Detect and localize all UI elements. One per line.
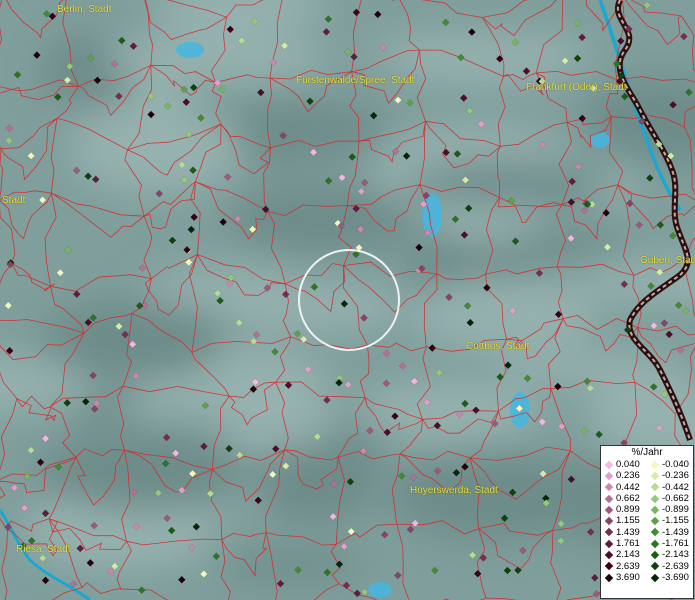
legend-value: 2.143 — [616, 549, 640, 561]
legend-value: -0.442 — [662, 481, 689, 493]
legend-row-negative: -0.442 — [647, 482, 693, 493]
legend-swatch — [650, 528, 660, 537]
legend-value: -0.662 — [662, 492, 689, 504]
terrain-blob — [366, 34, 597, 70]
legend-row-negative: -1.439 — [647, 527, 693, 538]
legend-row-positive: 3.690 — [601, 572, 647, 583]
legend-swatch — [650, 471, 660, 481]
legend-swatch — [604, 505, 614, 515]
legend-value: 0.040 — [616, 459, 640, 470]
terrain-blob — [52, 442, 138, 481]
legend-value: -1.155 — [662, 515, 689, 527]
legend-swatch — [650, 482, 660, 492]
legend-swatch — [650, 460, 660, 469]
city-label-guben: Guben, Stadt — [640, 255, 695, 266]
terrain-blob — [225, 185, 418, 254]
legend-row-negative: -1.761 — [647, 538, 693, 549]
legend-swatch — [650, 539, 660, 548]
lake — [590, 132, 610, 148]
lake — [368, 582, 392, 598]
legend-title: %/Jahr — [631, 447, 663, 458]
legend-row-positive: 0.442 — [601, 482, 647, 493]
legend-row-negative: -0.236 — [647, 470, 693, 481]
legend-value: 0.442 — [616, 481, 640, 493]
legend-value: -3.690 — [662, 571, 689, 583]
legend-row-positive: 0.040 — [601, 459, 647, 470]
legend-value: -0.040 — [662, 459, 689, 470]
legend-swatch — [650, 516, 660, 526]
terrain-blob — [216, 550, 366, 583]
legend-value: -2.639 — [662, 560, 689, 572]
legend-row-positive: 0.899 — [601, 504, 647, 515]
legend-swatch — [650, 550, 660, 560]
city-label-hoyerswerda: Hoyerswerda, Stadt — [410, 485, 498, 496]
legend-swatch — [604, 539, 614, 548]
legend-swatch — [604, 494, 614, 503]
legend-swatch — [604, 562, 614, 571]
legend-swatch — [604, 550, 614, 560]
legend-row-positive: 0.662 — [601, 493, 647, 504]
legend-value: 1.439 — [616, 526, 640, 538]
legend-value: 1.761 — [616, 538, 640, 550]
legend-value: 1.155 — [616, 515, 640, 527]
legend-value: -0.899 — [662, 504, 689, 516]
legend-swatch — [650, 573, 660, 582]
legend-swatch — [604, 482, 614, 492]
legend-row-negative: -2.143 — [647, 549, 693, 560]
legend-value: -1.761 — [662, 538, 689, 550]
legend-swatch — [604, 573, 614, 582]
legend-value: 3.690 — [616, 571, 640, 583]
legend-swatch — [604, 471, 614, 481]
city-label-stadt-west: Stadt — [2, 195, 26, 206]
legend-swatch — [650, 562, 660, 571]
legend-row-positive: 2.143 — [601, 549, 647, 560]
legend-value: 0.899 — [616, 504, 640, 516]
legend-swatch — [604, 516, 614, 526]
city-label-berlin: Berlin, Stadt — [57, 4, 112, 15]
legend-row-negative: -0.899 — [647, 504, 693, 515]
legend-value: -1.439 — [662, 526, 689, 538]
legend-swatch — [650, 494, 660, 503]
legend-row-negative: -0.662 — [647, 493, 693, 504]
legend-swatch — [650, 505, 660, 515]
city-label-cottbus: Cottbus, Stadt — [466, 341, 530, 352]
legend-value: 2.639 — [616, 560, 640, 572]
legend-swatch — [604, 528, 614, 537]
legend-row-negative: -2.639 — [647, 561, 693, 572]
terrain-blob — [217, 393, 339, 447]
legend-row-positive: 2.639 — [601, 561, 647, 572]
city-label-riesa: Riesa, Stadt — [16, 544, 71, 555]
legend-row-positive: 1.155 — [601, 515, 647, 526]
legend-row-negative: -0.040 — [647, 459, 693, 470]
legend-row-negative: -3.690 — [647, 572, 693, 583]
legend-value: -2.143 — [662, 549, 689, 561]
legend-negative-column: -0.040 -0.236 -0.442 -0.662 -0.899 -1.155 -1.4… — [647, 459, 693, 583]
legend-value: 0.662 — [616, 492, 640, 504]
legend-value: 0.236 — [616, 470, 640, 482]
terrain-blob — [250, 441, 380, 524]
legend-value: -0.236 — [662, 470, 689, 482]
city-label-frankfurt-oder: Frankfurt (Oder), Stadt — [526, 82, 627, 93]
legend-row-positive: 0.236 — [601, 470, 647, 481]
legend-row-positive: 1.439 — [601, 527, 647, 538]
legend: %/Jahr 0.040 0.236 0.442 0.662 0.899 1.155 1.4… — [600, 445, 694, 599]
city-label-fuerstenwalde: Fürstenwalde/Spree, Stadt — [296, 75, 415, 86]
legend-positive-column: 0.040 0.236 0.442 0.662 0.899 1.155 1.439 1.761… — [601, 459, 647, 583]
legend-row-negative: -1.155 — [647, 515, 693, 526]
legend-swatch — [604, 460, 614, 469]
lake — [176, 42, 204, 58]
legend-row-positive: 1.761 — [601, 538, 647, 549]
